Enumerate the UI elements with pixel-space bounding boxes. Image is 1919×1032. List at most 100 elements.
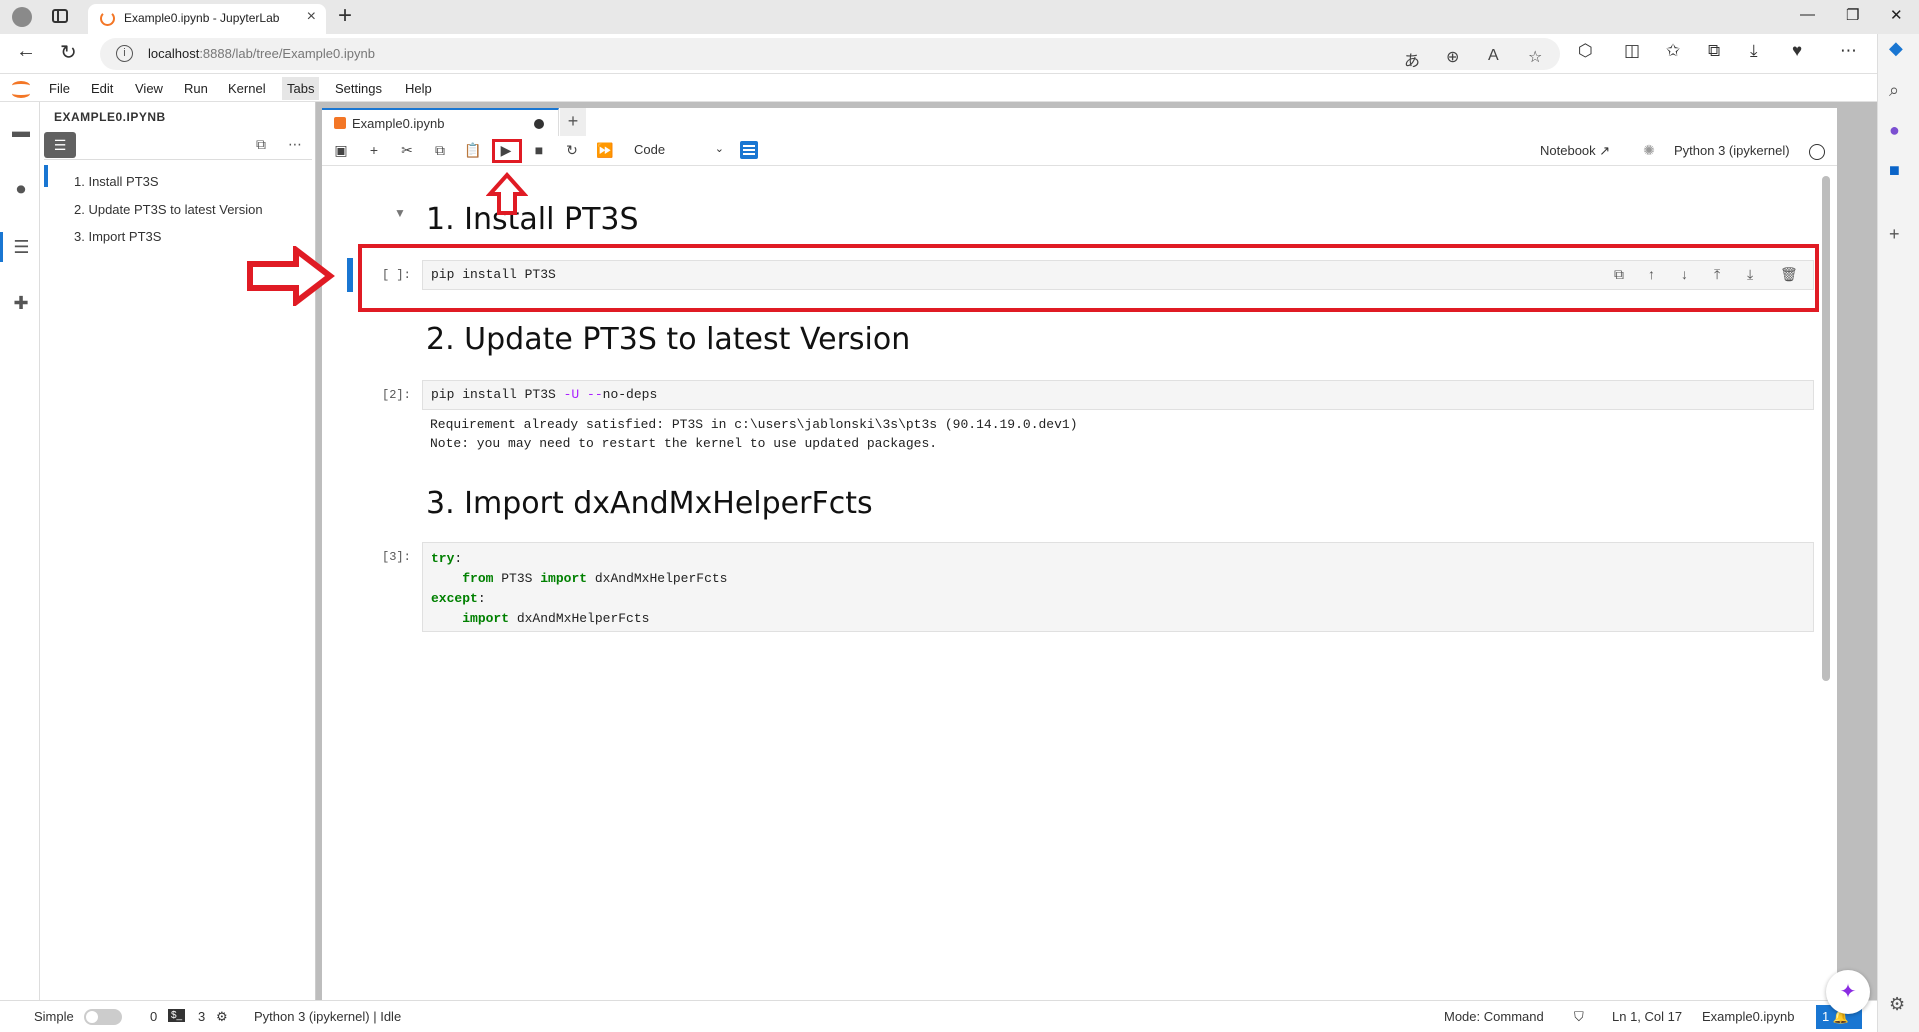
- chevron-down-icon: ⌄: [714, 143, 724, 155]
- back-icon[interactable]: ←: [16, 40, 36, 63]
- add-app-icon[interactable]: +: [1889, 224, 1900, 245]
- extensions-icon[interactable]: ⬡: [1578, 41, 1593, 61]
- heading-install: 1. Install PT3S: [426, 202, 639, 237]
- notification-count: 1: [1822, 1009, 1830, 1024]
- cursor-position[interactable]: Ln 1, Col 17: [1612, 1009, 1682, 1024]
- collapse-heading-icon[interactable]: ▼: [394, 206, 406, 220]
- insert-cell-icon[interactable]: +: [365, 142, 383, 158]
- list-toggle-icon[interactable]: ☰: [44, 132, 76, 158]
- refresh-icon[interactable]: ↻: [60, 40, 77, 65]
- translate-icon[interactable]: あ: [1404, 47, 1420, 71]
- copilot-app-icon[interactable]: ●: [1889, 120, 1900, 141]
- notebook-tab-label: Example0.ipynb: [352, 116, 445, 131]
- kernel-name-button[interactable]: Python 3 (ipykernel): [1674, 143, 1790, 158]
- toc-active-indicator: [44, 165, 48, 187]
- copy-icon[interactable]: ⧉: [431, 142, 449, 159]
- url-text[interactable]: localhost:8888/lab/tree/Example0.ipynb: [148, 46, 375, 61]
- profile-icon[interactable]: [12, 7, 32, 27]
- code-cell-3[interactable]: try: from PT3S import dxAndMxHelperFcts …: [422, 542, 1814, 632]
- ai-assistant-icon[interactable]: ✦: [1826, 970, 1870, 1014]
- notebook-tab[interactable]: Example0.ipynb: [322, 108, 559, 136]
- address-toolbar: ← ↻ i localhost:8888/lab/tree/Example0.i…: [0, 34, 1919, 74]
- kernel-list-icon[interactable]: [740, 141, 758, 159]
- kernel-status-text[interactable]: Python 3 (ipykernel) | Idle: [254, 1009, 401, 1024]
- cell-prompt: [2]:: [382, 388, 411, 402]
- annotation-arrow-right: [247, 246, 335, 306]
- keyword: import: [462, 611, 510, 626]
- performance-icon[interactable]: ♥: [1792, 41, 1802, 61]
- menu-help[interactable]: Help: [400, 81, 437, 96]
- close-window-icon[interactable]: ✕: [1890, 6, 1903, 24]
- status-bar: Simple 0 $_ 3 ⚙ Python 3 (ipykernel) | I…: [0, 1000, 1877, 1032]
- toc-toolbar: ☰ ⧉ ⋯: [44, 130, 312, 160]
- running-kernels-icon[interactable]: ⏺: [10, 178, 32, 200]
- debugger-icon[interactable]: ✺: [1640, 142, 1658, 159]
- jupyter-favicon-icon: [100, 11, 115, 26]
- keyword: try: [431, 551, 455, 566]
- copilot-icon[interactable]: ◆: [1889, 38, 1903, 59]
- menu-tabs[interactable]: Tabs: [282, 77, 320, 100]
- kernel-chip-icon: ⚙: [216, 1009, 228, 1024]
- interrupt-kernel-icon[interactable]: ■: [530, 142, 548, 158]
- search-icon[interactable]: ⌕: [1889, 80, 1899, 101]
- notebook-mode[interactable]: Mode: Command: [1444, 1009, 1544, 1024]
- keyword: from: [462, 571, 494, 586]
- code-cell-2[interactable]: pip install PT3S -U --no-deps: [422, 380, 1814, 410]
- favorites-icon[interactable]: ✩: [1666, 41, 1680, 61]
- cell-highlight-box: [358, 244, 1819, 312]
- toc-item[interactable]: 1. Install PT3S: [74, 174, 159, 189]
- minimize-icon[interactable]: —: [1800, 6, 1815, 23]
- trusted-shield-icon[interactable]: ⛉: [1574, 1009, 1584, 1025]
- settings-gear-icon[interactable]: ⚙: [1889, 994, 1905, 1015]
- notebook-content: ▼ 1. Install PT3S [ ]: pip install PT3S …: [322, 166, 1837, 1000]
- collections-icon[interactable]: ⧉: [1708, 41, 1720, 61]
- zoom-icon[interactable]: ⊕: [1446, 47, 1459, 67]
- browser-tab-active[interactable]: Example0.ipynb - JupyterLab ×: [88, 4, 326, 34]
- menu-run[interactable]: Run: [179, 81, 213, 96]
- site-info-icon[interactable]: i: [116, 45, 133, 62]
- new-launcher-button[interactable]: +: [560, 108, 586, 136]
- cell-type-select[interactable]: Code ⌄: [634, 142, 724, 157]
- tab-actions-icon[interactable]: [52, 9, 68, 23]
- more-menu-icon[interactable]: ⋯: [1840, 41, 1857, 61]
- extensions-puzzle-icon[interactable]: ✚: [10, 292, 32, 314]
- downloads-icon[interactable]: ⤓: [1750, 41, 1758, 61]
- table-of-contents-icon[interactable]: ☰: [0, 232, 40, 262]
- jupyter-menubar: File Edit View Run Kernel Tabs Settings …: [0, 74, 1877, 102]
- notebook-toolbar: ▣ + ✂ ⧉ 📋 ▶ ■ ↻ ⏩ Code ⌄ Notebook ↗ ✺ Py…: [322, 136, 1837, 166]
- cell-code: PT3S: [493, 571, 541, 586]
- kernel-status-icon: [1809, 144, 1825, 160]
- menu-edit[interactable]: Edit: [86, 81, 118, 96]
- paste-icon[interactable]: 📋: [464, 142, 482, 159]
- file-browser-icon[interactable]: ▬: [10, 120, 32, 142]
- table-of-contents-panel: EXAMPLE0.IPYNB ☰ ⧉ ⋯ 1. Install PT3S 2. …: [40, 102, 316, 1000]
- save-icon[interactable]: ▣: [332, 142, 350, 159]
- toc-item[interactable]: 3. Import PT3S: [74, 229, 161, 244]
- more-options-icon[interactable]: ⋯: [288, 136, 302, 153]
- menu-view[interactable]: View: [130, 81, 168, 96]
- simple-mode-toggle[interactable]: [84, 1009, 122, 1025]
- cut-icon[interactable]: ✂: [398, 142, 416, 159]
- run-all-icon[interactable]: ⏩: [596, 142, 614, 159]
- favorite-star-icon[interactable]: ☆: [1528, 47, 1542, 67]
- toc-item[interactable]: 2. Update PT3S to latest Version: [74, 202, 263, 217]
- open-notebook-link[interactable]: Notebook ↗: [1540, 143, 1610, 159]
- new-tab-icon[interactable]: +: [338, 2, 352, 30]
- menu-settings[interactable]: Settings: [330, 81, 387, 96]
- menu-kernel[interactable]: Kernel: [223, 81, 271, 96]
- unsaved-dot-icon[interactable]: [534, 119, 544, 129]
- annotation-arrow-up: [486, 172, 528, 215]
- terminal-count[interactable]: 0: [150, 1009, 157, 1024]
- restart-kernel-icon[interactable]: ↻: [563, 142, 581, 159]
- menu-file[interactable]: File: [44, 81, 75, 96]
- kernel-count[interactable]: 3: [198, 1009, 205, 1024]
- collapse-all-icon[interactable]: ⧉: [256, 136, 266, 153]
- read-aloud-icon[interactable]: A: [1488, 47, 1499, 65]
- scrollbar[interactable]: [1822, 176, 1830, 681]
- restore-icon[interactable]: ❐: [1846, 6, 1859, 24]
- cell-prompt: [3]:: [382, 550, 411, 564]
- address-bar[interactable]: i localhost:8888/lab/tree/Example0.ipynb…: [100, 38, 1560, 70]
- split-screen-icon[interactable]: ◫: [1624, 41, 1640, 61]
- close-tab-icon[interactable]: ×: [307, 8, 316, 26]
- outlook-icon[interactable]: ■: [1889, 160, 1900, 181]
